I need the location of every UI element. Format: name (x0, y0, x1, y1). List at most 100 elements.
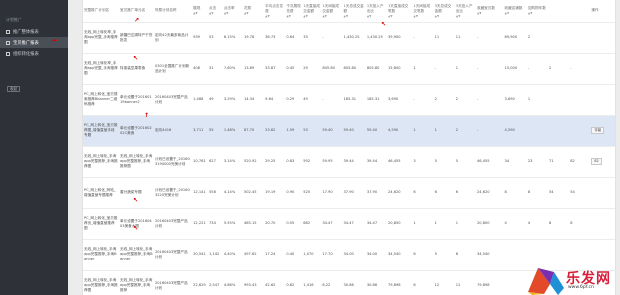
sort-icon[interactable]: ▲▼ (209, 11, 222, 15)
column-header[interactable]: 收藏店铺数 ▲▼ (503, 0, 527, 23)
column-header[interactable]: 1天直接成交金额 ▲▼ (302, 0, 322, 23)
sidebar-item-item-report[interactable]: 宝贝推广报表 (0, 37, 68, 48)
table-cell: 3,690 (387, 84, 413, 116)
table-cell: 17.70 (321, 239, 343, 271)
table-cell: 1 (412, 115, 434, 147)
table-cell: 185.31 (342, 84, 366, 116)
table-cell: 8 (526, 177, 549, 209)
column-header[interactable]: 1天间接成交笔数 ▲▼ (412, 0, 434, 23)
column-header[interactable]: 点击率 ▲▼ (222, 0, 243, 23)
sort-icon[interactable]: ▲▼ (265, 14, 284, 18)
table-cell: 89,900 (503, 22, 527, 54)
column-header: 操作 (590, 0, 615, 23)
table-cell[interactable]: PC_网上转化_宝贝推荐图_增值直营手段专题 (83, 115, 120, 147)
table-cell: 20,541 (192, 239, 208, 271)
table-cell: 0301全国推广计划新品计划 (153, 53, 193, 85)
column-header[interactable]: 平均点击花费 ▲▼ (264, 0, 286, 23)
table-cell: - (475, 22, 504, 54)
table-cell: 20160403完整产品计划 (153, 84, 193, 116)
table-cell[interactable]: PC_网上转化_宝贝搜索推荐Bbanner二维码推荐 (83, 84, 120, 116)
table-cell: 20,850 (387, 208, 413, 240)
table-cell: 1 (526, 84, 549, 116)
table-cell: - (321, 22, 343, 54)
table-cell: 计划已设置于_201603190000完美计划 (153, 146, 193, 178)
table-cell[interactable]: 无线_网上转化_手淘app完整推荐_手淘推荐图 (83, 270, 120, 295)
column-header[interactable] (548, 0, 570, 23)
sort-icon[interactable]: ▲▼ (367, 14, 386, 18)
table-cell: 33 (302, 22, 322, 54)
column-header[interactable]: 所属计划名称 (153, 0, 193, 23)
table-cell: 29.25 (264, 146, 286, 178)
column-header[interactable]: 1天间接成交金额 ▲▼ (321, 0, 343, 23)
column-header[interactable]: 1天总成交金额 ▲▼ (342, 0, 366, 23)
table-cell: 单元设置于20160202C美食 (119, 115, 154, 147)
column-header[interactable]: 完整推广计划名 (83, 0, 120, 23)
table-cell (526, 115, 549, 147)
collapse-button[interactable]: 收起 (7, 86, 20, 92)
table-cell[interactable]: PC_网上转化_阿哈_增值直营专题推荐 (83, 177, 120, 209)
sidebar-item-overall-report[interactable]: 推广整体报表 (0, 26, 68, 37)
table-cell[interactable]: 无线_网上转化率_手淘app完整_手淘推荐图 (83, 22, 120, 54)
table-cell: 24,620 (475, 177, 504, 209)
table-cell: 2,547 (208, 270, 223, 295)
rate-button[interactable]: 82 (591, 158, 602, 165)
sort-icon[interactable]: ▲▼ (477, 11, 503, 15)
table-cell: - (412, 22, 434, 54)
table-cell-action: 评级 (590, 115, 615, 147)
sort-icon[interactable]: ▲▼ (344, 14, 365, 18)
table-cell[interactable]: 无线_网上转化_手淘app完整推荐_手淘Banner (83, 239, 120, 271)
table-cell: 53 (302, 115, 322, 147)
table-row[interactable]: 无线_网上转化_手淘app完整推荐_手淘推荐图 无线_网上转化_手淘app完整推荐… (83, 146, 615, 178)
table-cell (569, 115, 591, 147)
table-cell: 1.48% (222, 115, 243, 147)
table-cell: 39,900 (387, 22, 413, 54)
column-header[interactable]: 展现 ▲▼ (192, 0, 208, 23)
sort-icon[interactable]: ▲▼ (388, 14, 411, 18)
column-header[interactable]: 加购物车数 ▲▼ (526, 0, 549, 23)
sort-icon[interactable]: ▲▼ (435, 14, 454, 18)
table-cell: 79,898 (387, 270, 413, 295)
table-cell (548, 115, 570, 147)
column-header[interactable]: 3天投入产出比 ▲▼ (454, 0, 476, 23)
table-row[interactable]: 无线_网上转化率_手淘app完整_手淘推荐图 新疆巴达姆特产干货批发 定向42天最多… (83, 22, 615, 54)
sort-icon[interactable]: ▲▼ (286, 14, 301, 18)
table-row[interactable]: 无线_网上转化率_手淘app完整_手淘推荐图 特惠装坚果零食 0301全国推广计划新… (83, 53, 615, 85)
sort-icon[interactable]: ▲▼ (303, 14, 320, 18)
column-header[interactable]: 3天总成交金额 ▲▼ (433, 0, 455, 23)
sort-icon[interactable]: ▲▼ (456, 14, 475, 18)
column-header[interactable]: 1天直接成交笔数 ▲▼ (387, 0, 413, 23)
table-cell[interactable]: PC_网上转化_宝贝推荐页_增值直营推荐图 (83, 208, 120, 240)
table-row[interactable]: PC_网上转化_宝贝推荐页_增值直营推荐图 单元设置于20160403美食大图 20… (83, 208, 615, 240)
sort-icon[interactable]: ▲▼ (505, 11, 526, 15)
table-row[interactable]: PC_网上转化_宝贝推荐图_增值直营手段专题 单元设置于20160202C美食 定向… (83, 115, 615, 147)
sort-icon[interactable]: ▲▼ (322, 14, 341, 18)
table-cell: 6 (412, 270, 434, 295)
sort-icon[interactable]: ▲▼ (244, 11, 263, 15)
table-cell: 2 (526, 22, 549, 54)
table-cell-action (590, 177, 615, 209)
sort-icon[interactable]: ▲▼ (193, 11, 207, 15)
column-header[interactable]: 花费 ▲▼ (242, 0, 265, 23)
sort-icon[interactable]: ▲▼ (413, 14, 432, 18)
rate-button[interactable]: 评级 (591, 127, 605, 134)
table-cell: 3,711 (192, 115, 208, 147)
sort-icon[interactable]: ▲▼ (528, 11, 547, 15)
sort-icon[interactable]: ▲▼ (224, 11, 242, 15)
table-row[interactable]: PC_网上转化_宝贝搜索推荐Bbanner二维码推荐 单元设置于20160119b… (83, 84, 615, 116)
sidebar-item-conversion-report[interactable]: 组织转化报表 (0, 48, 68, 59)
column-header[interactable]: 千次展现花费 ▲▼ (285, 0, 303, 23)
table-cell: 12 (433, 270, 455, 295)
table-cell: 4.14% (222, 177, 243, 209)
column-header[interactable]: 1天投入产出比 ▲▼ (365, 0, 387, 23)
table-cell[interactable]: 无线_网上转化_手淘app完整推荐_手淘推荐图 (83, 146, 120, 178)
column-header[interactable]: 收藏宝贝数 ▲▼ (475, 0, 504, 23)
table-cell: 36.73 (264, 22, 286, 54)
table-cell: 1,488 (192, 84, 208, 116)
table-row[interactable]: PC_网上转化_阿哈_增值直营专题推荐 春分蔬菜专题 计划已设置于_20160322… (83, 177, 615, 209)
column-header[interactable]: 点击 ▲▼ (208, 0, 223, 23)
table-cell: 6 (454, 177, 476, 209)
table-cell: 单元设置于20160119banner2 (119, 84, 154, 116)
column-header[interactable] (569, 0, 591, 23)
table-cell: 59.40 (321, 115, 343, 147)
table-cell[interactable]: 无线_网上转化率_手淘app完整_手淘推荐图 (83, 53, 120, 85)
